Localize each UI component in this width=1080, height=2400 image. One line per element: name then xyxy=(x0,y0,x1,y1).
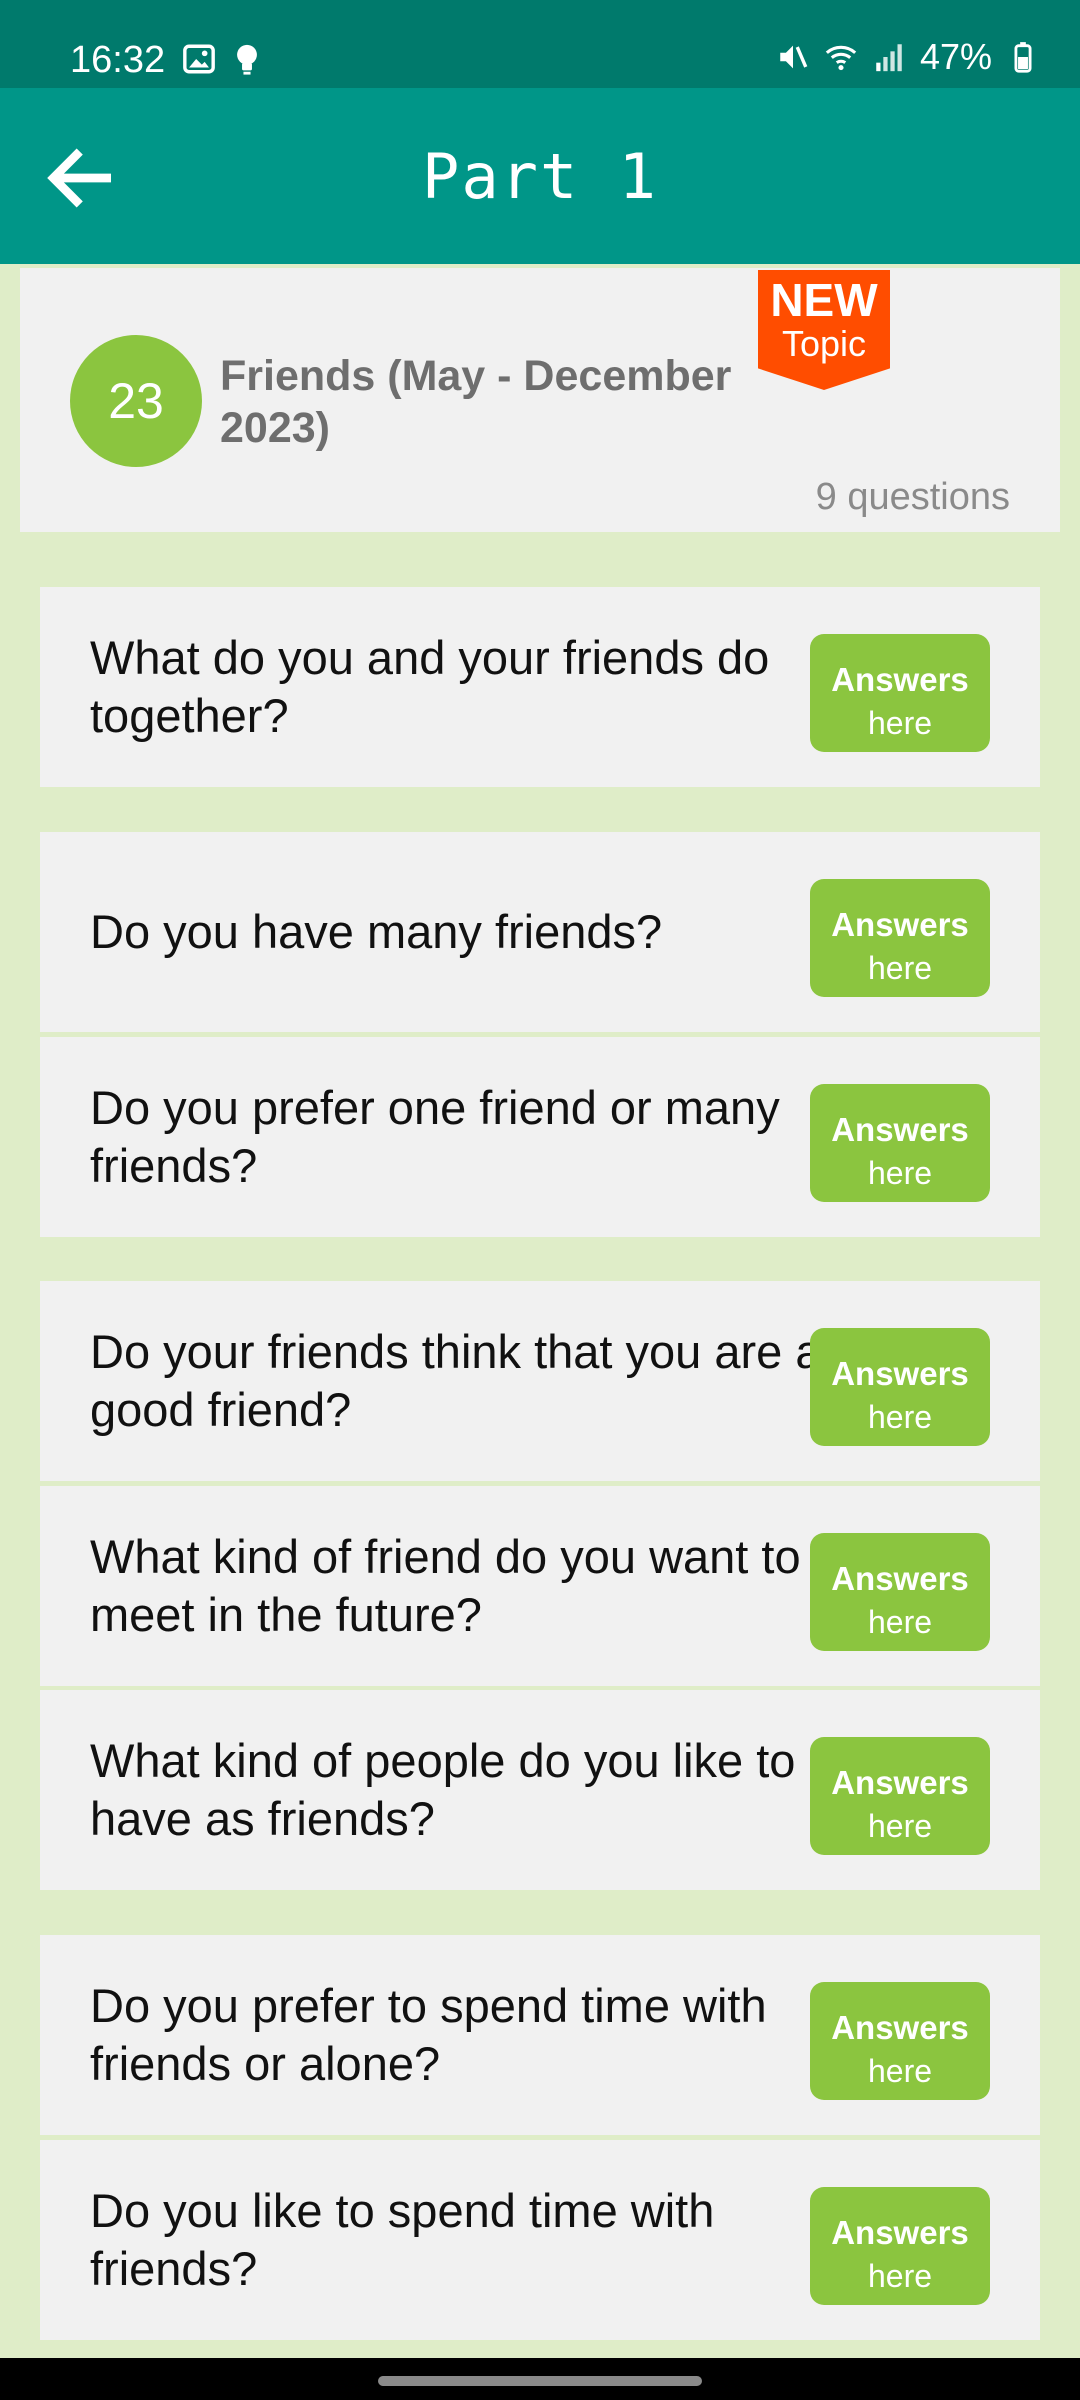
app-bar: Part 1 xyxy=(0,88,1080,264)
battery-icon xyxy=(1014,42,1032,73)
home-gesture-handle[interactable] xyxy=(378,2376,702,2386)
answers-button[interactable]: Answers here xyxy=(810,1533,990,1651)
new-badge-label: NEW xyxy=(770,274,878,326)
mute-icon xyxy=(780,45,808,69)
answers-button-sublabel: here xyxy=(867,1604,933,1640)
question-count: 9 questions xyxy=(815,476,1010,518)
status-bar: 16:32 47% xyxy=(0,0,1080,88)
question-text: Do you like to spend time with friends? xyxy=(90,2184,715,2295)
new-topic-badge: NEW Topic xyxy=(758,270,890,390)
question-card[interactable]: Do you like to spend time with friends? … xyxy=(40,2140,1040,2340)
answers-button-label: Answers xyxy=(831,1764,969,1801)
question-text: Do you have many friends? xyxy=(90,905,663,958)
topic-header-card: 23 Friends (May - December 2023) 9 quest… xyxy=(20,268,1060,532)
answers-button[interactable]: Answers here xyxy=(810,1737,990,1855)
question-card[interactable]: Do you have many friends? Answers here xyxy=(40,832,1040,1032)
question-text: Do you prefer to spend time with friends… xyxy=(90,1979,767,2090)
answers-button[interactable]: Answers here xyxy=(810,879,990,997)
answers-button-label: Answers xyxy=(831,1355,969,1392)
answers-button-sublabel: here xyxy=(867,2053,933,2089)
answers-button-label: Answers xyxy=(831,661,969,698)
answers-button-label: Answers xyxy=(831,2009,969,2046)
new-badge-sublabel: Topic xyxy=(781,323,867,364)
answers-button-sublabel: here xyxy=(867,1155,933,1191)
question-card[interactable]: What do you and your friends do together… xyxy=(40,587,1040,787)
question-card[interactable]: Do you prefer to spend time with friends… xyxy=(40,1935,1040,2135)
question-card[interactable]: What kind of people do you like to have … xyxy=(40,1690,1040,1890)
bulb-icon xyxy=(237,44,257,75)
answers-button-sublabel: here xyxy=(867,705,933,741)
answers-button[interactable]: Answers here xyxy=(810,1084,990,1202)
answers-button-sublabel: here xyxy=(867,1399,933,1435)
question-text: Do your friends think that you are a goo… xyxy=(90,1325,822,1436)
answers-button[interactable]: Answers here xyxy=(810,1982,990,2100)
topic-number-badge: 23 xyxy=(70,335,202,467)
image-icon xyxy=(183,44,215,74)
question-text: What do you and your friends do together… xyxy=(90,631,770,742)
question-card[interactable]: Do you prefer one friend or many friends… xyxy=(40,1037,1040,1237)
question-card[interactable]: What kind of friend do you want to meet … xyxy=(40,1486,1040,1686)
signal-icon xyxy=(876,44,902,72)
answers-button-sublabel: here xyxy=(867,950,933,986)
question-card[interactable]: Do your friends think that you are a goo… xyxy=(40,1281,1040,1481)
answers-button-label: Answers xyxy=(831,2214,969,2251)
question-text: What kind of people do you like to have … xyxy=(90,1734,796,1845)
answers-button-label: Answers xyxy=(831,1560,969,1597)
status-time: 16:32 xyxy=(70,39,166,81)
answers-button[interactable]: Answers here xyxy=(810,2187,990,2305)
answers-button-label: Answers xyxy=(831,906,969,943)
wifi-icon xyxy=(825,45,857,71)
answers-button-label: Answers xyxy=(831,1111,969,1148)
answers-button[interactable]: Answers here xyxy=(810,1328,990,1446)
question-text: Do you prefer one friend or many friends… xyxy=(90,1081,780,1192)
battery-percent: 47% xyxy=(919,36,992,77)
answers-button[interactable]: Answers here xyxy=(810,634,990,752)
navigation-bar xyxy=(0,2358,1080,2400)
page-title: Part 1 xyxy=(422,140,658,213)
answers-button-sublabel: here xyxy=(867,2258,933,2294)
question-text: What kind of friend do you want to meet … xyxy=(90,1530,801,1641)
answers-button-sublabel: here xyxy=(867,1808,933,1844)
topic-title: Friends (May - December 2023) xyxy=(220,352,732,452)
